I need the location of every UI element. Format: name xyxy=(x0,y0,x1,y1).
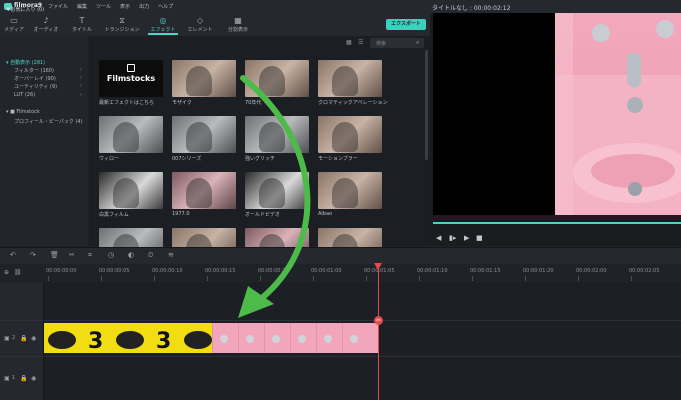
drag-arrow-curve xyxy=(240,75,311,301)
drag-arrow-overlay xyxy=(238,75,311,318)
